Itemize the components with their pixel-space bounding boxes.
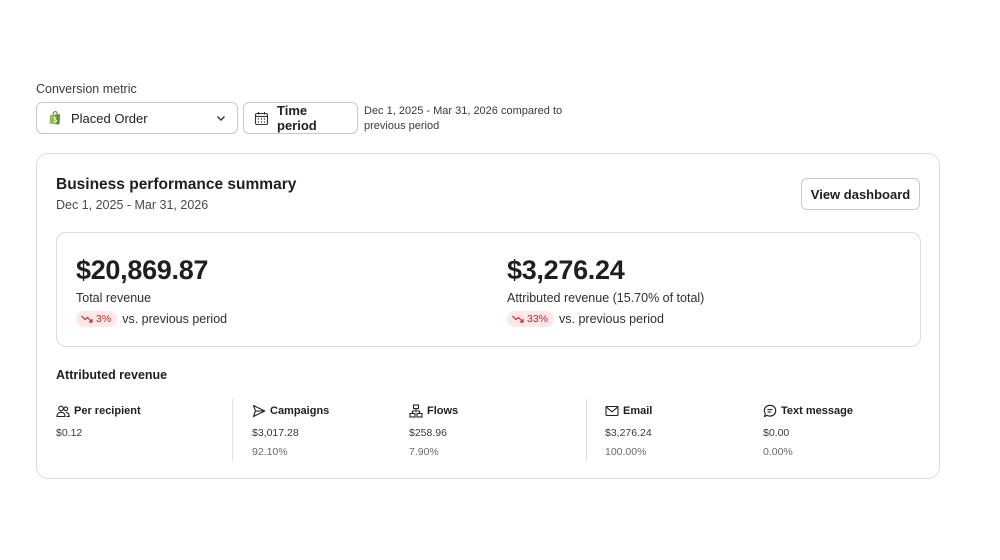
email-value: $3,276.24	[605, 427, 652, 439]
text-message-column: Text message $0.00 0.00%	[763, 404, 853, 458]
attributed-revenue-label: Attributed revenue (15.70% of total)	[507, 291, 705, 305]
calendar-icon	[254, 111, 269, 126]
text-message-header: Text message	[763, 404, 853, 418]
chevron-down-icon	[215, 112, 227, 124]
card-title: Business performance summary	[56, 176, 297, 193]
total-revenue-change: 3% vs. previous period	[76, 311, 227, 327]
campaigns-label: Campaigns	[270, 405, 330, 417]
trend-down-icon	[511, 314, 525, 324]
conversion-metric-value: Placed Order	[71, 110, 148, 126]
per-recipient-header: Per recipient	[56, 404, 141, 418]
column-divider	[586, 399, 587, 461]
view-dashboard-button[interactable]: View dashboard	[801, 178, 920, 210]
revenue-summary-box: $20,869.87 Total revenue 3% vs. previous…	[56, 232, 921, 347]
attributed-revenue-block: $3,276.24 Attributed revenue (15.70% of …	[507, 253, 704, 327]
flows-header: Flows	[409, 404, 458, 418]
decline-percent: 33%	[527, 313, 549, 325]
decline-badge: 3%	[76, 311, 118, 327]
total-revenue-label: Total revenue	[76, 291, 152, 305]
attributed-revenue-value: $3,276.24	[507, 255, 625, 285]
card-date-range: Dec 1, 2025 - Mar 31, 2026	[56, 198, 209, 212]
flows-value: $258.96	[409, 427, 447, 439]
flows-label: Flows	[427, 405, 459, 417]
flows-column: Flows $258.96 7.90%	[409, 404, 458, 458]
per-recipient-column: Per recipient $0.12	[56, 404, 141, 439]
text-message-value: $0.00	[763, 427, 790, 439]
chat-icon	[763, 404, 777, 418]
campaigns-value: $3,017.28	[252, 427, 299, 439]
campaigns-column: Campaigns $3,017.28 92.10%	[252, 404, 329, 458]
flows-percent: 7.90%	[409, 446, 439, 458]
business-performance-card: Business performance summary Dec 1, 2025…	[36, 153, 940, 479]
text-message-label: Text message	[781, 405, 853, 417]
total-revenue-value: $20,869.87	[76, 255, 209, 285]
attributed-revenue-change: 33% vs. previous period	[507, 311, 704, 327]
send-icon	[252, 404, 266, 418]
comparison-text: vs. previous period	[122, 312, 228, 326]
time-period-label: Time period	[277, 103, 317, 133]
email-label: Email	[623, 405, 653, 417]
text-message-percent: 0.00%	[763, 446, 793, 458]
trend-down-icon	[80, 314, 94, 324]
per-recipient-label: Per recipient	[74, 405, 141, 417]
period-description: Dec 1, 2025 - Mar 31, 2026 compared to p…	[364, 105, 563, 132]
column-divider	[232, 399, 233, 461]
mail-icon	[605, 404, 619, 418]
campaigns-header: Campaigns	[252, 404, 329, 418]
email-header: Email	[605, 404, 652, 418]
time-period-button[interactable]: Time period	[243, 102, 358, 134]
people-icon	[56, 404, 70, 418]
email-percent: 100.00%	[605, 446, 647, 458]
attributed-revenue-title: Attributed revenue	[56, 368, 168, 382]
flow-icon	[409, 404, 423, 418]
total-revenue-block: $20,869.87 Total revenue 3% vs. previous…	[76, 253, 227, 327]
conversion-metric-select[interactable]: Placed Order	[36, 102, 238, 134]
shopify-bag-icon	[47, 110, 63, 126]
per-recipient-value: $0.12	[56, 427, 83, 439]
conversion-metric-label: Conversion metric	[36, 82, 137, 96]
email-column: Email $3,276.24 100.00%	[605, 404, 652, 458]
decline-badge: 33%	[507, 311, 555, 327]
campaigns-percent: 92.10%	[252, 446, 288, 458]
comparison-text: vs. previous period	[559, 312, 664, 326]
decline-percent: 3%	[96, 313, 112, 325]
